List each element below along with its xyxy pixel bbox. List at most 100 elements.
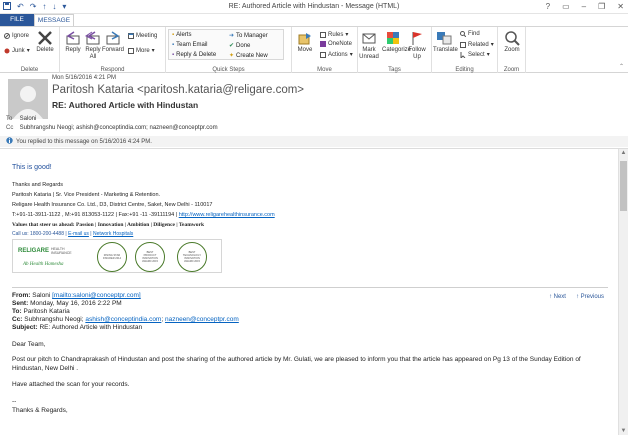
info-bar[interactable]: You replied to this message on 5/16/2016… <box>0 136 628 147</box>
quoted-sent: Sent: Monday, May 16, 2016 2:22 PM <box>12 300 122 307</box>
info-icon <box>6 137 13 146</box>
related-button[interactable]: Related ▾ <box>460 41 494 48</box>
forward-button[interactable]: Forward <box>102 30 124 54</box>
junk-icon <box>4 48 10 54</box>
quick-step-done[interactable]: ✔ Done <box>229 42 250 50</box>
quick-step-reply-delete[interactable]: ▪ Reply & Delete <box>172 52 216 58</box>
flag-icon <box>409 30 425 46</box>
translate-icon <box>436 30 452 46</box>
next-link[interactable]: ↑ Next <box>549 294 566 300</box>
close-button[interactable]: ✕ <box>617 2 624 11</box>
editing-group: Translate Find Related ▾ Select ▾ Editing <box>432 27 498 74</box>
team-email-icon: ▪ <box>172 42 175 48</box>
respond-group: Reply Reply All Forward Meeting More ▾ Re… <box>60 27 166 74</box>
window-controls: ? ▭ – ❐ ✕ <box>546 2 624 11</box>
quote-divider <box>12 287 608 288</box>
search-icon <box>460 31 467 38</box>
alert-icon: ▪ <box>172 32 175 38</box>
ribbon-display-button[interactable]: ▭ <box>562 2 570 11</box>
sig-website-link[interactable]: http://www.religarehealthinsurance.com <box>179 212 275 218</box>
sig-values: Values that steer us ahead: Passion | In… <box>12 222 205 228</box>
cc-recipients[interactable]: Subhrangshu Neogi; ashish@conceptindia.c… <box>20 125 218 131</box>
zoom-icon <box>504 30 520 46</box>
meeting-button[interactable]: Meeting <box>128 33 157 39</box>
to-recipient[interactable]: Saloni <box>20 116 37 122</box>
move-group: Move Rules ▾ OneNote Actions ▾ Move <box>292 27 358 74</box>
select-icon <box>460 51 466 59</box>
zoom-group: Zoom Zoom <box>498 27 526 74</box>
sender-avatar <box>8 79 48 119</box>
junk-button[interactable]: Junk ▾ <box>4 47 30 54</box>
quick-steps-gallery: ▪ Alerts ▪ Team Email ▪ Reply & Delete ➜ To … <box>168 29 284 60</box>
rules-button[interactable]: Rules ▾ <box>320 31 348 38</box>
ribbon: Ignore Junk ▾ Delete Delete Reply Reply A… <box>0 26 628 74</box>
quick-step-team-email[interactable]: ▪ Team Email <box>172 42 207 48</box>
quick-step-to-manager[interactable]: ➜ To Manager <box>229 32 268 40</box>
email-us-link[interactable]: E-mail us <box>68 231 89 237</box>
more-icon <box>128 47 134 54</box>
message-header: Mon 5/16/2016 4:21 PM Paritosh Kataria <… <box>0 73 628 149</box>
quick-step-create-new[interactable]: ✦ Create New <box>229 52 268 60</box>
reply-all-button[interactable]: Reply All <box>82 30 104 61</box>
body-paragraph-1-line-1: Post our pitch to Chandraprakash of Hind… <box>12 356 581 363</box>
info-text: You replied to this message on 5/16/2016… <box>16 138 152 145</box>
message-body: This is good! Thanks and Regards Paritos… <box>0 149 618 435</box>
sig-phone-line: T:+91-11-3911-1122 , M:+91 813053-1122 |… <box>12 212 275 218</box>
categorize-button[interactable]: Categorize <box>382 30 411 54</box>
move-button[interactable]: Move <box>294 30 316 54</box>
body-paragraph-1-line-2: Hindustan, New Delhi . <box>12 365 79 372</box>
award-badge-3: BEST TECHNOLOGY INNOVATION AWARD 2015 <box>177 242 207 272</box>
reply-icon <box>65 30 81 46</box>
signature-banner: RELIGARE HEALTH INSURANCE Ab Health Hame… <box>12 239 222 273</box>
tab-file[interactable]: FILE <box>0 14 34 26</box>
quoted-to: To: Paritosh Kataria <box>12 308 70 315</box>
quoted-subject: Subject: RE: Authored Article with Hindu… <box>12 324 143 331</box>
forward-icon <box>105 30 121 46</box>
create-new-icon: ✦ <box>229 53 235 59</box>
quoted-from-link[interactable]: [mailto:saloni@conceptpr.com] <box>52 292 141 299</box>
checkmark-icon: ✔ <box>229 43 235 49</box>
reply-button[interactable]: Reply <box>62 30 84 54</box>
signature-dash: -- <box>12 398 17 405</box>
zoom-button[interactable]: Zoom <box>501 30 523 54</box>
ignore-button[interactable]: Ignore <box>4 33 29 39</box>
sig-company: Religare Health Insurance Co. Ltd., D3, … <box>12 202 213 208</box>
follow-up-button[interactable]: Follow Up <box>406 30 428 61</box>
find-button[interactable]: Find <box>460 31 480 38</box>
tab-message[interactable]: MESSAGE <box>34 14 74 26</box>
message-subject: RE: Authored Article with Hindustan <box>52 100 199 110</box>
scroll-down-icon[interactable]: ▼ <box>619 428 628 434</box>
award-badge-2: BEST PRODUCT INNOVATION AWARD 2015 <box>135 242 165 272</box>
delete-button[interactable]: Delete <box>34 30 56 54</box>
quick-steps-group: ▪ Alerts ▪ Team Email ▪ Reply & Delete ➜ To … <box>166 27 292 74</box>
actions-button[interactable]: Actions ▾ <box>320 51 353 58</box>
help-button[interactable]: ? <box>546 2 550 11</box>
to-manager-icon: ➜ <box>229 33 235 39</box>
network-hospitals-link[interactable]: Network Hospitals <box>93 231 133 237</box>
onenote-button[interactable]: OneNote <box>320 41 352 47</box>
restore-button[interactable]: ❐ <box>598 2 605 11</box>
tags-group: Mark Unread Categorize Follow Up Tags <box>358 27 432 74</box>
mark-unread-button[interactable]: Mark Unread <box>358 30 380 61</box>
sig-phone: T:+91-11-3911-1122 , M:+91 813053-1122 |… <box>12 212 179 218</box>
translate-button[interactable]: Translate <box>433 30 458 54</box>
quick-step-alerts[interactable]: ▪ Alerts <box>172 32 191 38</box>
more-respond-button[interactable]: More ▾ <box>128 47 155 54</box>
greeting: This is good! <box>12 164 52 171</box>
minimize-button[interactable]: – <box>582 2 586 11</box>
move-icon <box>297 30 313 46</box>
quoted-cc-link-2[interactable]: nazneen@conceptpr.com <box>165 316 239 323</box>
message-nav: ↑ Next ↑ Previous <box>549 294 604 300</box>
previous-link[interactable]: ↑ Previous <box>576 294 604 300</box>
select-button[interactable]: Select ▾ <box>460 51 490 59</box>
sender-name[interactable]: Paritosh Kataria <paritosh.kataria@relig… <box>52 84 304 96</box>
cc-line: Cc Subhrangshu Neogi; ashish@conceptindi… <box>6 125 218 131</box>
quoted-cc-link-1[interactable]: ashish@conceptindia.com <box>85 316 161 323</box>
vertical-scrollbar[interactable]: ▲ ▼ <box>618 149 628 435</box>
scrollbar-thumb[interactable] <box>620 161 627 211</box>
to-line: To Saloni <box>6 116 36 122</box>
cc-label: Cc <box>6 125 14 131</box>
collapse-ribbon-icon[interactable]: ⌃ <box>619 63 624 70</box>
scroll-up-icon[interactable]: ▲ <box>619 150 628 156</box>
reply-delete-icon: ▪ <box>172 52 175 58</box>
